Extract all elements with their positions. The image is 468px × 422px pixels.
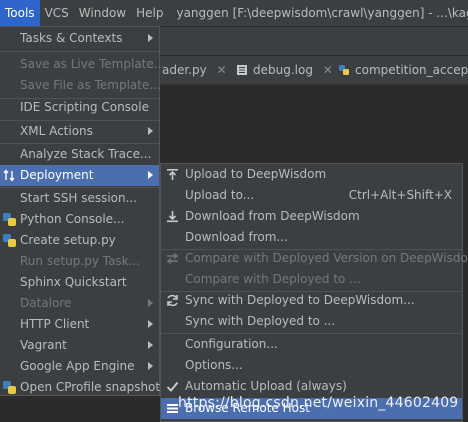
cprofile-icon bbox=[3, 381, 16, 394]
python-icon bbox=[3, 213, 16, 226]
menu-item-compare-deployed-deepwisdom[interactable]: Compare with Deployed Version on DeepWis… bbox=[161, 248, 468, 269]
menu-item-label: Analyze Stack Trace... bbox=[20, 147, 152, 161]
menu-item-label: Save as Live Template... bbox=[20, 57, 166, 71]
menu-vcs[interactable]: VCS bbox=[40, 0, 74, 26]
menu-item-label: Vagrant bbox=[20, 338, 67, 352]
menu-item-xml-actions[interactable]: XML Actions bbox=[0, 121, 159, 142]
menu-item-label: Run setup.py Task... bbox=[20, 254, 141, 268]
menu-item-label: Configuration... bbox=[185, 337, 278, 351]
checkmark-icon bbox=[166, 381, 179, 392]
menu-item-save-file-template[interactable]: Save File as Template... bbox=[0, 75, 161, 96]
menu-item-label: Sync with Deployed to DeepWisdom... bbox=[185, 293, 415, 307]
menu-item-google-app-engine[interactable]: Google App Engine bbox=[0, 356, 159, 377]
menu-item-label: Deployment bbox=[20, 168, 94, 182]
menu-item-automatic-upload[interactable]: Automatic Upload (always) bbox=[161, 376, 462, 397]
menu-item-label: Options... bbox=[185, 358, 243, 372]
python-icon bbox=[3, 234, 16, 247]
menu-item-label: Compare with Deployed to ... bbox=[185, 272, 361, 286]
menu-item-label: Download from... bbox=[185, 230, 288, 244]
upload-icon bbox=[167, 169, 178, 180]
menu-window[interactable]: Window bbox=[74, 0, 131, 26]
download-icon bbox=[167, 211, 178, 223]
menu-item-label: Automatic Upload (always) bbox=[185, 379, 347, 393]
menu-item-download-from[interactable]: Download from... bbox=[161, 227, 462, 248]
menu-item-vagrant[interactable]: Vagrant bbox=[0, 335, 159, 356]
menu-item-label: Save File as Template... bbox=[20, 78, 161, 92]
shortcut-label: Ctrl+Alt+Shift+X bbox=[348, 188, 452, 202]
tools-menu: Tasks & Contexts Save as Live Template..… bbox=[0, 26, 165, 398]
menu-item-python-console[interactable]: Python Console... bbox=[0, 209, 159, 230]
tab-label: competition_acceptor bbox=[355, 63, 468, 77]
menu-item-label: Upload to DeepWisdom bbox=[185, 167, 327, 181]
menu-item-save-live-template[interactable]: Save as Live Template... bbox=[0, 54, 165, 75]
menu-item-label: HTTP Client bbox=[20, 317, 90, 331]
menu-item-tasks-contexts[interactable]: Tasks & Contexts bbox=[0, 28, 159, 49]
menu-item-sync-deployed-deepwisdom[interactable]: Sync with Deployed to DeepWisdom... bbox=[161, 290, 462, 311]
menu-item-label: Datalore bbox=[20, 296, 72, 310]
python-file-icon bbox=[339, 65, 349, 75]
menu-separator bbox=[0, 51, 159, 52]
submenu-arrow-icon bbox=[148, 362, 153, 370]
menu-item-run-setup-py-task[interactable]: Run setup.py Task... bbox=[0, 251, 159, 272]
deployment-submenu: Upload to DeepWisdom Upload to... Ctrl+A… bbox=[160, 163, 468, 422]
close-icon[interactable]: ✕ bbox=[323, 63, 333, 77]
menu-item-open-cprofile-snapshot[interactable]: Open CProfile snapshot bbox=[0, 377, 161, 398]
menu-item-label: Start SSH session... bbox=[20, 191, 138, 205]
menu-item-label: Google App Engine bbox=[20, 359, 135, 373]
submenu-arrow-icon bbox=[148, 341, 153, 349]
compare-icon bbox=[166, 252, 179, 265]
tab-label: ader.py bbox=[162, 63, 207, 77]
close-icon[interactable]: ✕ bbox=[217, 63, 227, 77]
menu-item-ide-scripting-console[interactable]: IDE Scripting Console bbox=[0, 97, 159, 118]
tab-loader[interactable]: ader.py ✕ bbox=[162, 56, 227, 84]
menu-item-datalore[interactable]: Datalore bbox=[0, 293, 159, 314]
menu-item-upload-to[interactable]: Upload to... Ctrl+Alt+Shift+X bbox=[161, 185, 462, 206]
menu-item-label: Python Console... bbox=[20, 212, 125, 226]
deployment-icon bbox=[3, 169, 15, 182]
menu-item-options[interactable]: Options... bbox=[161, 355, 462, 376]
menu-item-analyze-stack-trace[interactable]: Analyze Stack Trace... bbox=[0, 144, 159, 165]
menu-item-compare-deployed-to[interactable]: Compare with Deployed to ... bbox=[161, 269, 462, 290]
menu-item-label: Create setup.py bbox=[20, 233, 116, 247]
menu-item-create-setup-py[interactable]: Create setup.py bbox=[0, 230, 159, 251]
menu-item-label: Sphinx Quickstart bbox=[20, 275, 127, 289]
menu-item-http-client[interactable]: HTTP Client bbox=[0, 314, 159, 335]
submenu-arrow-icon bbox=[148, 127, 153, 135]
log-file-icon bbox=[237, 65, 247, 75]
menu-item-sync-deployed-to[interactable]: Sync with Deployed to ... bbox=[161, 311, 462, 332]
menubar: Tools VCS Window Help yanggen [F:\deepwi… bbox=[0, 0, 468, 27]
submenu-arrow-icon bbox=[148, 299, 153, 307]
watermark-text: https://blog.csdn.net/weixin_44602409 bbox=[178, 395, 459, 411]
menu-item-label: Upload to... bbox=[185, 188, 255, 202]
submenu-arrow-icon bbox=[148, 171, 153, 179]
menu-item-configuration[interactable]: Configuration... bbox=[161, 334, 462, 355]
menu-item-start-ssh-session[interactable]: Start SSH session... bbox=[0, 188, 159, 209]
menu-item-label: IDE Scripting Console bbox=[20, 100, 149, 114]
menu-item-label: Compare with Deployed Version on DeepWis… bbox=[185, 251, 468, 265]
window-title: yanggen [F:\deepwisdom\crawl\yanggen] - … bbox=[176, 6, 468, 20]
submenu-arrow-icon bbox=[148, 320, 153, 328]
menu-item-label: Sync with Deployed to ... bbox=[185, 314, 336, 328]
tab-label: debug.log bbox=[253, 63, 313, 77]
menu-item-sphinx-quickstart[interactable]: Sphinx Quickstart bbox=[0, 272, 159, 293]
menu-item-label: Tasks & Contexts bbox=[20, 31, 123, 45]
tab-debug-log[interactable]: debug.log ✕ bbox=[236, 56, 333, 84]
tab-competition-acceptor[interactable]: competition_acceptor bbox=[338, 56, 468, 84]
menu-item-label: Open CProfile snapshot bbox=[20, 380, 161, 394]
menu-help[interactable]: Help bbox=[131, 0, 168, 26]
sync-icon bbox=[167, 294, 178, 307]
menu-item-download-from-deepwisdom[interactable]: Download from DeepWisdom bbox=[161, 206, 462, 227]
menu-item-upload-to-deepwisdom[interactable]: Upload to DeepWisdom bbox=[161, 164, 462, 185]
menu-tools[interactable]: Tools bbox=[0, 0, 40, 26]
menu-item-label: Download from DeepWisdom bbox=[185, 209, 360, 223]
menu-item-label: XML Actions bbox=[20, 124, 93, 138]
menu-item-deployment[interactable]: Deployment bbox=[0, 165, 159, 186]
submenu-arrow-icon bbox=[148, 34, 153, 42]
